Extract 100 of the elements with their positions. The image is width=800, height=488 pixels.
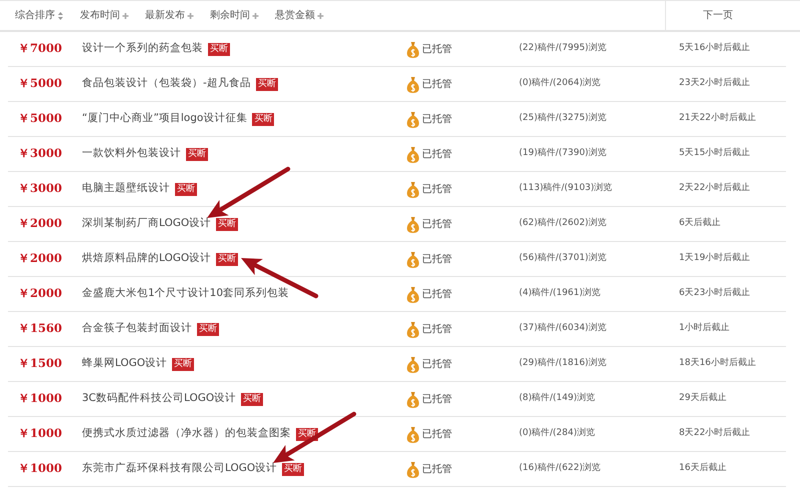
next-page-button[interactable]: 下一页 (665, 1, 800, 30)
deadline-text: 16天后截止 (679, 462, 726, 476)
price-text: ￥1000 (16, 460, 62, 478)
money-bag-icon (407, 110, 419, 128)
sort-option[interactable]: 发布时间 (80, 8, 129, 23)
buyout-tag: 买断 (197, 322, 219, 336)
task-title[interactable]: “厦门中心商业”项目logo设计征集 (82, 111, 248, 127)
deadline-text: 5天15小时后截止 (679, 147, 750, 160)
task-stats: (25)稿件/(3275)浏览 (519, 112, 608, 126)
deadline-text: 6天后截止 (679, 217, 721, 230)
task-stats: (4)稿件/(1961)浏览 (519, 287, 602, 300)
price-text: ￥2000 (16, 215, 62, 232)
task-stats: (19)稿件/(7390)浏览 (519, 147, 608, 160)
price-text: ￥1500 (16, 355, 62, 372)
escrow-status: 已托管 (422, 428, 452, 442)
task-title[interactable]: 合金筷子包装封面设计 (82, 321, 192, 337)
price-text: ￥1000 (16, 390, 62, 408)
buyout-tag: 买断 (241, 392, 264, 406)
escrow-status: 已托管 (422, 252, 452, 266)
task-title[interactable]: 电脑主题壁纸设计 (82, 181, 170, 197)
sort-icon (57, 10, 64, 20)
task-title[interactable]: 蜂巢网LOGO设计 (82, 356, 168, 372)
escrow-status: 已托管 (422, 218, 452, 232)
buyout-tag: 买断 (216, 218, 238, 230)
price-text: ￥5000 (16, 110, 62, 128)
sort-icon (122, 10, 129, 20)
task-title[interactable]: 设计一个系列的药盒包装 (82, 41, 203, 57)
escrow-status: 已托管 (422, 358, 452, 372)
deadline-text: 5天16小时后截止 (679, 42, 750, 56)
buyout-tag: 买断 (256, 78, 278, 90)
money-bag-icon (407, 76, 419, 92)
sort-icon (317, 10, 324, 20)
money-bag-icon (407, 40, 419, 58)
sort-icon (252, 10, 259, 20)
money-bag-icon (407, 216, 419, 232)
task-title[interactable]: 深圳某制药厂商LOGO设计 (82, 216, 212, 232)
deadline-text: 23天2小时后截止 (679, 77, 750, 90)
task-title[interactable]: 食品包装设计（包装袋）-超凡食品 (82, 76, 251, 92)
price-text: ￥2000 (16, 285, 62, 302)
task-stats: (8)稿件/(149)浏览 (519, 392, 596, 406)
price-text: ￥7000 (16, 40, 62, 58)
price-text: ￥3000 (16, 180, 62, 198)
escrow-status: 已托管 (422, 392, 452, 406)
buyout-tag: 买断 (282, 462, 304, 476)
money-bag-icon (407, 146, 419, 162)
buyout-tag: 买断 (252, 112, 274, 126)
money-bag-icon (407, 460, 419, 478)
escrow-status: 已托管 (422, 78, 452, 92)
task-title[interactable]: 便携式水质过滤器（净水器）的包装盒图案 (82, 426, 291, 442)
task-title[interactable]: 东莞市广磊环保科技有限公司LOGO设计 (82, 461, 278, 477)
deadline-text: 18天16小时后截止 (679, 357, 756, 370)
buyout-tag: 买断 (216, 252, 238, 266)
price-text: ￥1560 (16, 320, 62, 338)
task-stats: (37)稿件/(6034)浏览 (519, 322, 608, 336)
task-title[interactable]: 烘焙原料品牌的LOGO设计 (82, 251, 212, 267)
escrow-status: 已托管 (422, 42, 452, 56)
escrow-status: 已托管 (422, 112, 452, 126)
deadline-text: 29天后截止 (679, 392, 726, 406)
buyout-tag: 买断 (175, 182, 197, 196)
escrow-status: 已托管 (422, 462, 452, 476)
task-stats: (62)稿件/(2602)浏览 (519, 217, 608, 230)
money-bag-icon (407, 180, 419, 198)
task-stats: (22)稿件/(7995)浏览 (519, 42, 608, 56)
task-stats: (29)稿件/(1816)浏览 (519, 357, 608, 370)
price-text: ￥1000 (16, 425, 62, 442)
price-text: ￥5000 (16, 75, 62, 92)
deadline-text: 2天22小时后截止 (679, 182, 750, 196)
deadline-text: 1小时后截止 (679, 322, 730, 336)
escrow-status: 已托管 (422, 182, 452, 196)
money-bag-icon (407, 426, 419, 442)
task-stats: (0)稿件/(2064)浏览 (519, 77, 602, 90)
money-bag-icon (407, 320, 419, 338)
task-title[interactable]: 3C数码配件科技公司LOGO设计 (82, 391, 236, 407)
task-title[interactable]: 一款饮料外包装设计 (82, 146, 181, 162)
price-text: ￥3000 (16, 145, 62, 162)
buyout-tag: 买断 (186, 148, 208, 160)
escrow-status: 已托管 (422, 288, 452, 302)
task-stats: (16)稿件/(622)浏览 (519, 462, 602, 476)
price-text: ￥2000 (16, 250, 62, 268)
task-stats: (0)稿件/(284)浏览 (519, 427, 596, 440)
task-stats: (113)稿件/(9103)浏览 (519, 182, 614, 196)
task-stats: (56)稿件/(3701)浏览 (519, 252, 608, 266)
sort-option[interactable]: 最新发布 (145, 8, 194, 23)
deadline-text: 6天23小时后截止 (679, 287, 750, 300)
money-bag-icon (407, 286, 419, 302)
deadline-text: 21天22小时后截止 (679, 112, 756, 126)
deadline-text: 1天19小时后截止 (679, 252, 750, 266)
money-bag-icon (407, 250, 419, 268)
escrow-status: 已托管 (422, 148, 452, 162)
buyout-tag: 买断 (172, 358, 194, 370)
money-bag-icon (407, 390, 419, 408)
buyout-tag: 买断 (208, 42, 230, 56)
task-title[interactable]: 金盛鹿大米包1个尺寸设计10套同系列包装 (82, 286, 290, 302)
sort-option[interactable]: 剩余时间 (210, 8, 259, 23)
deadline-text: 8天22小时后截止 (679, 427, 750, 440)
sort-option[interactable]: 综合排序 (15, 8, 64, 23)
money-bag-icon (407, 356, 419, 372)
sort-option[interactable]: 悬赏金额 (275, 8, 324, 23)
sort-icon (187, 10, 194, 20)
escrow-status: 已托管 (422, 322, 452, 336)
